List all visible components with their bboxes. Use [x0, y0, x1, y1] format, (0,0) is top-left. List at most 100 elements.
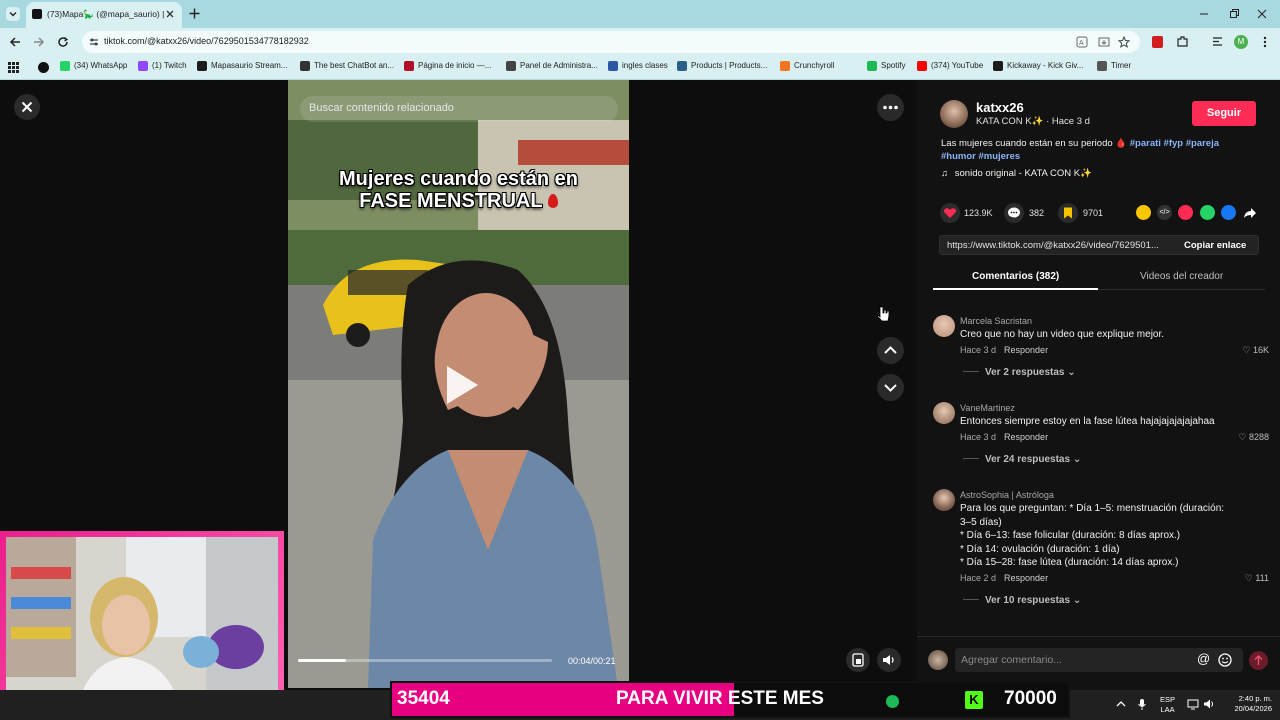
copy-link-button[interactable]: Copiar enlace: [1184, 240, 1246, 251]
comment-avatar[interactable]: [933, 315, 955, 337]
bookmark-label: Kickaway - Kick Giv...: [1007, 61, 1084, 71]
comment-like-button[interactable]: ♡ 8288: [1238, 432, 1269, 443]
view-replies-button[interactable]: Ver 10 respuestas ⌄: [963, 595, 1081, 606]
apps-grid-icon[interactable]: [8, 62, 19, 73]
bookmark-item[interactable]: (1) Twitch: [138, 61, 187, 71]
comment-text-line: Entonces siempre estoy en la fase lútea …: [960, 416, 1215, 427]
mini-player-button[interactable]: [846, 648, 870, 672]
network-icon[interactable]: [1187, 698, 1199, 710]
mouse-cursor-icon: [877, 306, 890, 322]
hashtags-2[interactable]: #humor #mujeres: [941, 151, 1020, 162]
volume-button[interactable]: [877, 648, 901, 672]
send-icon[interactable]: [1178, 205, 1193, 220]
back-icon[interactable]: [8, 35, 22, 49]
emoji-icon[interactable]: [1218, 653, 1232, 667]
comment-text-line: 3–5 días): [960, 516, 1002, 528]
next-video-button[interactable]: [877, 374, 904, 401]
bookmark-item[interactable]: Timer: [1097, 61, 1131, 71]
bookmark-item[interactable]: The best ChatBot an...: [300, 61, 394, 71]
reply-button[interactable]: Responder: [1004, 573, 1048, 583]
follow-button[interactable]: Seguir: [1192, 101, 1256, 126]
more-options-button[interactable]: [877, 94, 904, 121]
post-comment-button[interactable]: [1249, 651, 1268, 670]
whatsapp-share-icon[interactable]: [1200, 205, 1215, 220]
bookmark-item[interactable]: Crunchyroll: [780, 61, 834, 71]
embed-icon[interactable]: </>: [1157, 205, 1172, 220]
previous-video-button[interactable]: [877, 337, 904, 364]
new-tab-icon[interactable]: [188, 7, 201, 20]
comment-avatar[interactable]: [933, 402, 955, 424]
lang-bottom: LAA: [1160, 705, 1175, 714]
stream-goal-banner: 35404 PARA VIVIR ESTE MES K 70000: [390, 681, 1070, 718]
bookmark-item[interactable]: (34) WhatsApp: [60, 61, 127, 71]
timer-icon: [1097, 61, 1107, 71]
tray-chevron-icon[interactable]: [1115, 698, 1127, 710]
creator-username[interactable]: katxx26: [976, 100, 1024, 115]
bookmark-label: Products | Products...: [691, 61, 768, 71]
share-friend-icon[interactable]: [1136, 205, 1151, 220]
video-progress-track[interactable]: [298, 659, 552, 662]
forward-icon[interactable]: [32, 35, 46, 49]
bookmark-item[interactable]: Página de inicio —...: [404, 61, 491, 71]
address-bar[interactable]: tiktok.com/@katxx26/video/76295015347781…: [82, 31, 1140, 53]
clock-time: 2:40 p. m.: [1238, 694, 1272, 703]
like-button[interactable]: [940, 203, 960, 223]
bookmark-star-icon[interactable]: [1118, 36, 1130, 48]
tab-search-button[interactable]: [6, 7, 20, 21]
save-button[interactable]: [1058, 203, 1078, 223]
microphone-icon[interactable]: [1137, 698, 1147, 711]
comment-author[interactable]: VaneMartinez: [960, 403, 1015, 413]
view-replies-button[interactable]: Ver 24 respuestas ⌄: [963, 454, 1081, 465]
pdf-extension-icon[interactable]: [1152, 36, 1163, 48]
tab-comments[interactable]: Comentarios (382): [972, 271, 1059, 282]
comment-like-button[interactable]: ♡ 111: [1245, 573, 1269, 584]
bookmark-item[interactable]: Panel de Administra...: [506, 61, 598, 71]
reply-button[interactable]: Responder: [1004, 432, 1048, 442]
sound-link[interactable]: ♫ sonido original - KATA CON K✨: [941, 168, 1092, 179]
bookmark-item[interactable]: ingles clases: [608, 61, 668, 71]
caption-line-1: Mujeres cuando están en: [339, 168, 578, 190]
save-count: 9701: [1083, 208, 1104, 218]
menu-kebab-icon[interactable]: [1260, 35, 1270, 49]
play-icon[interactable]: [441, 363, 481, 407]
reading-list-icon[interactable]: [1211, 35, 1224, 48]
extensions-icon[interactable]: [1176, 35, 1189, 48]
bookmark-item[interactable]: (374) YouTube: [917, 61, 983, 71]
bookmark-item[interactable]: Mapasaurio Stream...: [197, 61, 287, 71]
github-icon[interactable]: [38, 62, 49, 73]
reply-button[interactable]: Responder: [1004, 345, 1048, 355]
profile-avatar[interactable]: M: [1234, 35, 1248, 49]
bookmark-item[interactable]: Products | Products...: [677, 61, 767, 71]
speaker-icon[interactable]: [1203, 698, 1215, 710]
minimize-icon[interactable]: [1198, 8, 1210, 20]
site-info-icon[interactable]: [88, 36, 100, 48]
view-replies-button[interactable]: Ver 2 respuestas ⌄: [963, 367, 1076, 378]
install-icon[interactable]: [1098, 36, 1110, 48]
translate-icon[interactable]: A: [1076, 36, 1088, 48]
share-arrow-icon[interactable]: [1243, 206, 1257, 220]
comment-like-button[interactable]: ♡ 16K: [1242, 345, 1269, 356]
active-tab-indicator: [933, 288, 1098, 290]
tab-creator-videos[interactable]: Videos del creador: [1140, 271, 1223, 282]
comment-input[interactable]: Agregar comentario... @: [955, 648, 1243, 672]
reload-icon[interactable]: [56, 35, 70, 49]
close-tab-icon[interactable]: [164, 8, 176, 20]
close-window-icon[interactable]: [1256, 8, 1268, 20]
language-indicator[interactable]: ESP LAA: [1160, 695, 1175, 715]
openai-icon: [300, 61, 310, 71]
bookmark-item[interactable]: Kickaway - Kick Giv...: [993, 61, 1083, 71]
comment-avatar[interactable]: [933, 489, 955, 511]
close-video-button[interactable]: [14, 94, 40, 120]
video-player[interactable]: Buscar contenido relacionado Mujeres cua…: [288, 80, 629, 688]
clock[interactable]: 2:40 p. m. 20/04/2026: [1224, 694, 1272, 714]
browser-tab[interactable]: (73)Mapa🦕 (@mapa_saurio) |: [26, 2, 182, 28]
comment-button[interactable]: [1004, 203, 1024, 223]
comment-author[interactable]: AstroSophia | Astróloga: [960, 490, 1054, 500]
restore-icon[interactable]: [1228, 8, 1240, 20]
hashtags-1[interactable]: #parati #fyp #pareja: [1130, 138, 1219, 149]
facebook-share-icon[interactable]: [1221, 205, 1236, 220]
bookmark-item[interactable]: Spotify: [867, 61, 905, 71]
mention-icon[interactable]: @: [1197, 651, 1210, 666]
comment-author[interactable]: Marcela Sacristan: [960, 316, 1032, 326]
creator-avatar[interactable]: [940, 100, 968, 128]
